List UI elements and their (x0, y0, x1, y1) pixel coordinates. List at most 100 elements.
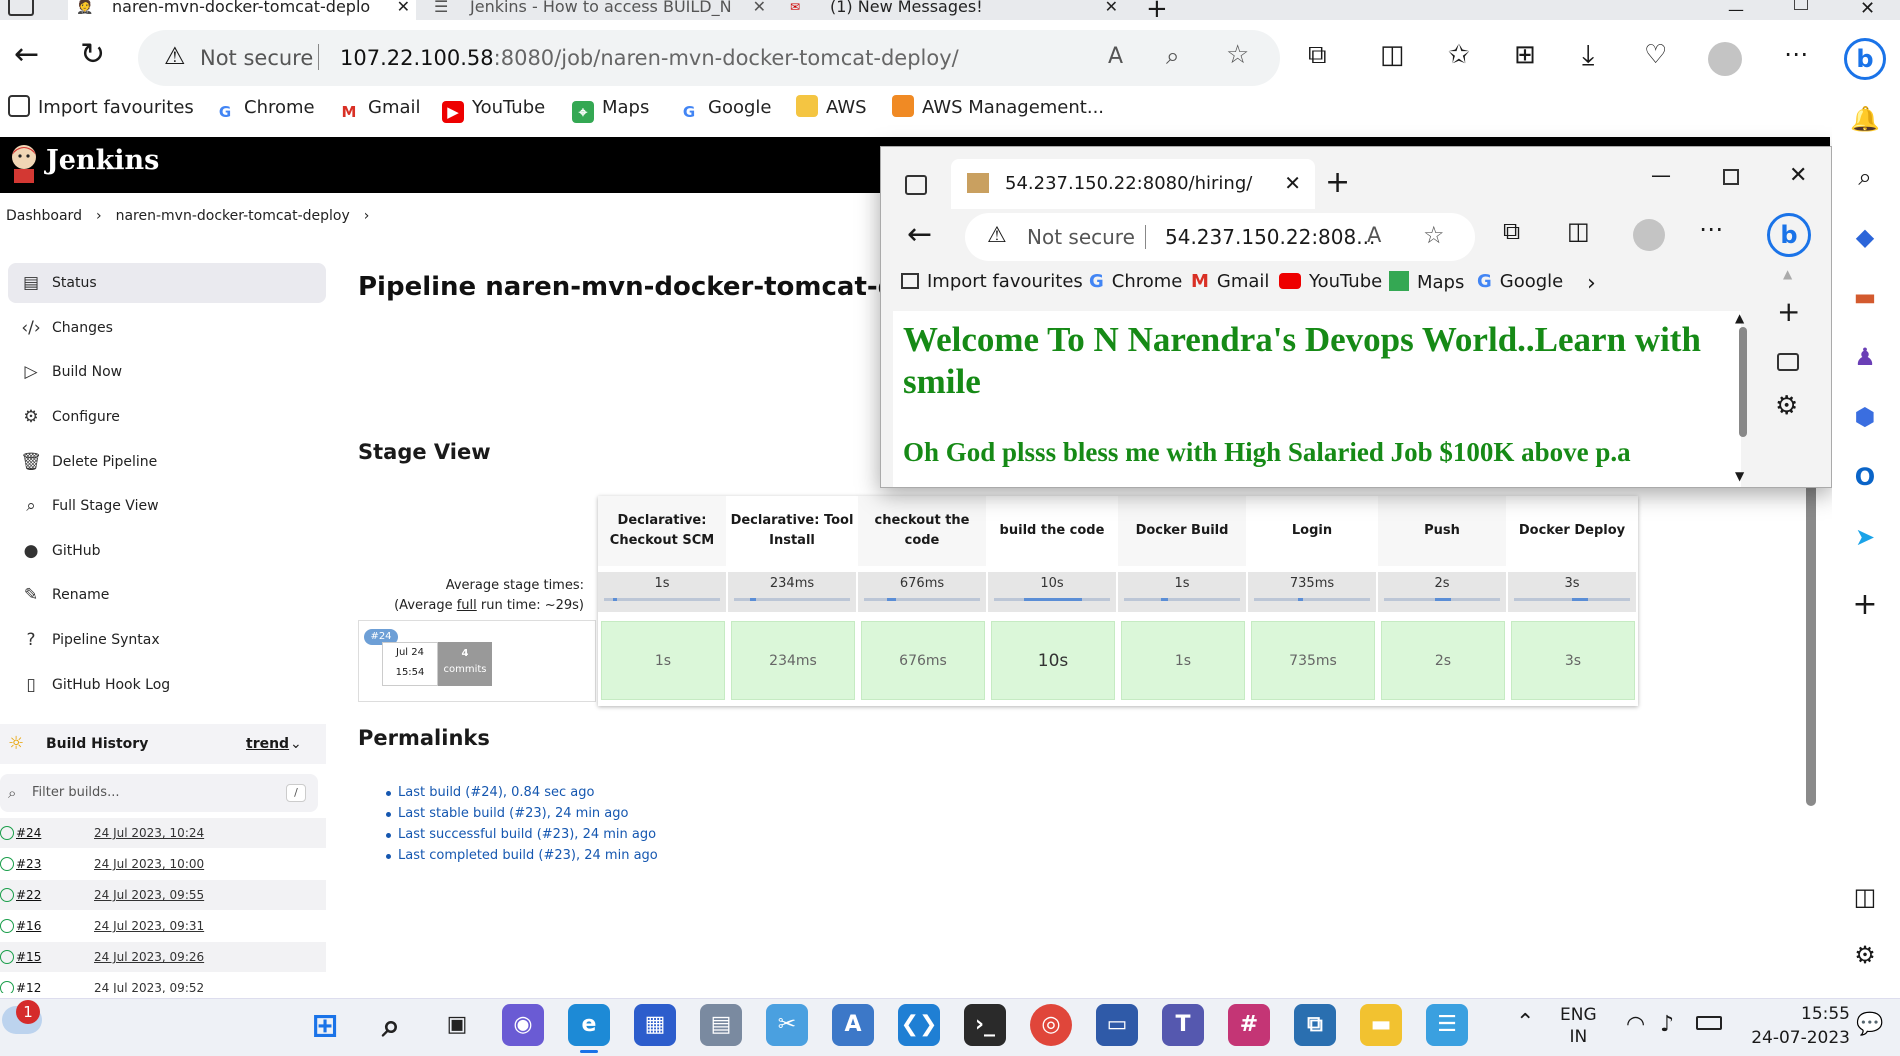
breadcrumb-dashboard[interactable]: Dashboard (6, 208, 82, 224)
bing-copilot-icon[interactable]: b (1844, 38, 1886, 80)
performance-icon[interactable]: ♡ (1644, 40, 1667, 70)
scroll-down-icon[interactable]: ▼ (1735, 469, 1744, 483)
fav-youtube[interactable]: ▶ YouTube (442, 94, 545, 123)
tab-jenkins-job[interactable]: 🤵 naren-mvn-docker-tomcat-deplo ✕ (68, 0, 416, 20)
popup-back-icon[interactable]: ← (907, 217, 932, 252)
popup-tab-actions-icon[interactable] (905, 175, 927, 195)
read-aloud-icon[interactable]: A (1367, 223, 1381, 247)
back-icon[interactable]: ← (14, 40, 39, 70)
word-pad-icon[interactable]: A (832, 1004, 874, 1046)
downloads-icon[interactable]: ⤓ (1582, 38, 1594, 72)
more-menu-icon[interactable]: ⋯ (1784, 40, 1808, 68)
slack-icon[interactable]: # (1228, 1004, 1270, 1046)
popup-scrollbar[interactable] (1739, 327, 1747, 437)
sidebar-toggle-icon[interactable] (8, 0, 34, 16)
stage-result-cell[interactable]: 2s (1381, 621, 1505, 700)
sidebar-item-configure[interactable]: ⚙ Configure (8, 397, 326, 437)
tab-messages[interactable]: ✉ (1) New Messages! ✕ (780, 0, 1124, 20)
build-row[interactable]: #16 24 Jul 2023, 09:31 (0, 911, 326, 941)
breadcrumb-job[interactable]: naren-mvn-docker-tomcat-deploy (116, 208, 350, 224)
file-explorer-icon[interactable]: ▬ (1360, 1004, 1402, 1046)
chevron-up-icon[interactable]: ⌃ (1516, 1010, 1534, 1035)
fav-maps[interactable]: Maps (1389, 271, 1464, 293)
terminal-icon[interactable]: ›_ (964, 1004, 1006, 1046)
popup-extensions-icon[interactable]: ⧉ (1503, 217, 1520, 245)
popup-more-icon[interactable]: ⋯ (1699, 215, 1723, 243)
sidebar-item-github-hook-log[interactable]: ▯ GitHub Hook Log (8, 665, 326, 705)
chevron-right-icon[interactable]: › (1587, 271, 1596, 296)
build-row[interactable]: #24 24 Jul 2023, 10:24 (0, 818, 326, 848)
build-row[interactable]: #15 24 Jul 2023, 09:26 (0, 942, 326, 972)
build-date-link[interactable]: 24 Jul 2023, 09:52 (94, 973, 204, 993)
popup-sidebar-icon[interactable] (1777, 353, 1799, 371)
url-text[interactable]: 107.22.100.58:8080/job/naren-mvn-docker-… (340, 46, 959, 70)
stage-result-cell[interactable]: 1s (1121, 621, 1245, 700)
clock[interactable]: 15:55 24-07-2023 (1746, 1002, 1850, 1050)
split-screen-icon[interactable]: ◫ (1380, 40, 1405, 70)
network-app-icon[interactable]: ⧉ (1294, 1004, 1336, 1046)
language-indicator[interactable]: ENG IN (1560, 1004, 1597, 1048)
maximize-icon[interactable] (1794, 0, 1808, 10)
search-icon[interactable]: ⌕ (1850, 162, 1880, 192)
outlook-icon[interactable]: O (1850, 462, 1880, 492)
games-icon[interactable]: ♟ (1850, 342, 1880, 372)
popup-settings-icon[interactable]: ⚙ (1775, 391, 1798, 421)
task-view-icon[interactable]: ▣ (436, 1004, 478, 1046)
sidebar-item-delete-pipeline[interactable]: 🗑 Delete Pipeline (8, 442, 326, 482)
extensions-icon[interactable]: ⧉ (1308, 40, 1327, 71)
full-link[interactable]: full (457, 598, 477, 613)
fav-import[interactable]: Import favourites (8, 94, 194, 122)
sidebar-item-pipeline-syntax[interactable]: ? Pipeline Syntax (8, 620, 326, 660)
sidebar-item-build-now[interactable]: ▷ Build Now (8, 352, 326, 392)
favourites-icon[interactable]: ✩ (1448, 40, 1470, 70)
fav-aws-folder[interactable]: AWS (796, 94, 867, 122)
popup-bing-icon[interactable]: b (1767, 213, 1811, 257)
collections-icon[interactable]: ⊞ (1514, 40, 1536, 70)
zoom-icon[interactable]: ⌕ (1166, 42, 1179, 70)
fav-maps[interactable]: ⌖ Maps (572, 94, 649, 123)
fav-chrome[interactable]: G Chrome (214, 94, 315, 122)
permalink-last-stable[interactable]: Last stable build (#23), 24 min ago (385, 806, 628, 821)
stage-result-cell[interactable]: 3s (1511, 621, 1635, 700)
build-row[interactable]: #22 24 Jul 2023, 09:55 (0, 880, 326, 910)
build-number-link[interactable]: #16 (16, 911, 41, 941)
build-date-box[interactable]: Jul 24 15:54 (382, 642, 438, 686)
build-date-link[interactable]: 24 Jul 2023, 09:31 (94, 911, 204, 941)
taskbar-search-icon[interactable]: ⌕ (370, 1004, 412, 1046)
copilot-icon[interactable]: ⬢ (1850, 402, 1880, 432)
fav-gmail[interactable]: M Gmail (1191, 271, 1269, 292)
favourite-star-icon[interactable]: ☆ (1226, 40, 1249, 70)
popup-tab[interactable]: 54.237.150.22:8080/hiring/ ✕ (951, 159, 1315, 209)
stage-result-cell[interactable]: 735ms (1251, 621, 1375, 700)
add-sidebar-app-icon[interactable]: + (1850, 590, 1880, 620)
stage-result-cell[interactable]: 1s (601, 621, 725, 700)
build-date-link[interactable]: 24 Jul 2023, 10:24 (94, 818, 204, 848)
commits-box[interactable]: 4 commits (438, 642, 492, 686)
send-icon[interactable]: ➤ (1850, 522, 1880, 552)
vscode-icon[interactable]: ❮❯ (898, 1004, 940, 1046)
build-row[interactable]: #23 24 Jul 2023, 10:00 (0, 849, 326, 879)
fav-chrome[interactable]: G Chrome (1089, 271, 1182, 292)
permalink-last-successful[interactable]: Last successful build (#23), 24 min ago (385, 827, 656, 842)
wifi-icon[interactable]: ◠ (1626, 1012, 1645, 1037)
stage-result-cell[interactable]: 676ms (861, 621, 985, 700)
tab-jenkins-docs[interactable]: ☰ Jenkins - How to access BUILD_N ✕ (424, 0, 772, 20)
close-tab-icon[interactable]: ✕ (1284, 171, 1301, 195)
chrome-icon[interactable]: ◎ (1030, 1004, 1072, 1046)
popup-add-icon[interactable]: + (1777, 295, 1800, 328)
build-date-link[interactable]: 24 Jul 2023, 09:26 (94, 942, 204, 972)
notification-center-icon[interactable]: 💬 (1856, 1012, 1883, 1037)
sidebar-item-changes[interactable]: ‹/› Changes (8, 308, 326, 348)
build-date-link[interactable]: 24 Jul 2023, 09:55 (94, 880, 204, 910)
sidebar-item-status[interactable]: ▤ Status (8, 263, 326, 303)
sidebar-item-rename[interactable]: ✎ Rename (8, 575, 326, 615)
sidebar-item-github[interactable]: ● GitHub (8, 531, 326, 571)
trend-link[interactable]: trend (246, 724, 289, 764)
close-tab-icon[interactable]: ✕ (753, 0, 766, 15)
remote-desktop-icon[interactable]: ▭ (1096, 1004, 1138, 1046)
battery-icon[interactable] (1696, 1016, 1722, 1030)
bell-icon[interactable]: 🔔 (1850, 104, 1880, 134)
calculator-icon[interactable]: ▤ (700, 1004, 742, 1046)
fav-gmail[interactable]: M Gmail (338, 94, 421, 122)
popup-close-icon[interactable]: ✕ (1789, 163, 1807, 188)
